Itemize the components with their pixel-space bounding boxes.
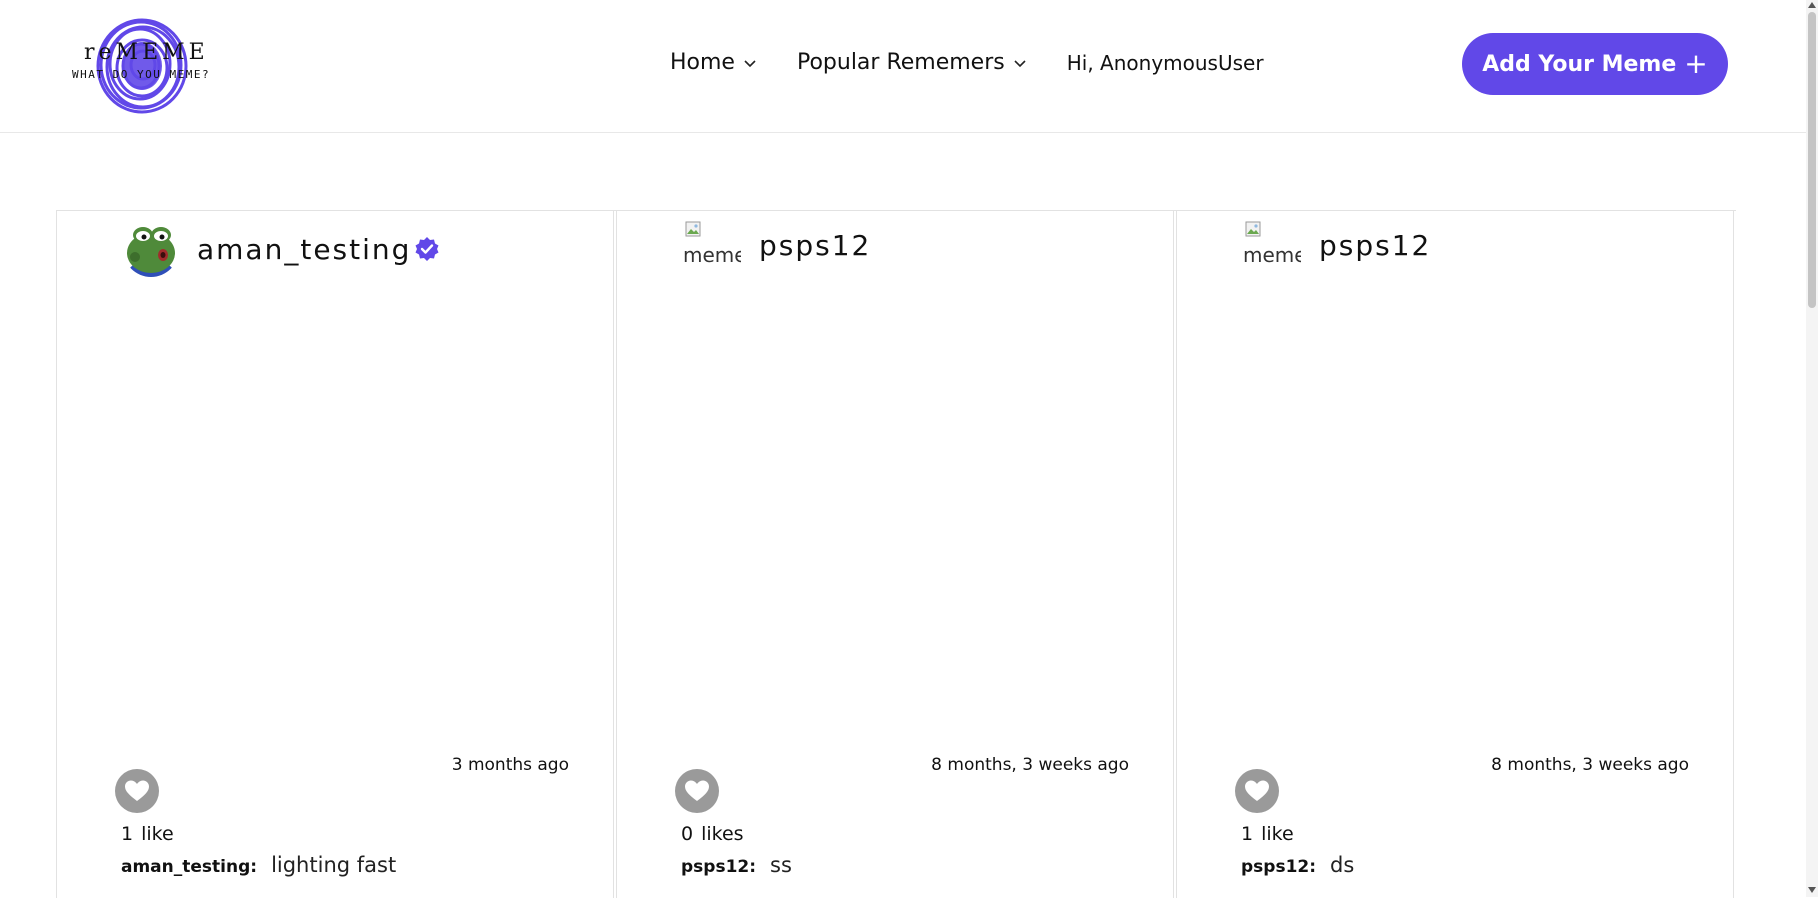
like-count-number: 1 (121, 823, 134, 845)
logo-scribble-icon (96, 18, 188, 114)
site-header: reMEME WHAT DO YOU MEME? Home Popular Re… (0, 0, 1806, 133)
like-count: 0 likes (681, 823, 744, 845)
heart-icon (1245, 780, 1269, 801)
chevron-down-icon (744, 59, 756, 67)
user-greeting[interactable]: Hi, AnonymousUser (1067, 51, 1264, 75)
meme-card: meme psps12 8 months, 3 weeks ago 0 likes… (616, 211, 1174, 898)
caption-text: ss (770, 853, 792, 877)
add-meme-label: Add Your Meme (1482, 51, 1677, 77)
like-count-number: 0 (681, 823, 694, 845)
post-username[interactable]: psps12 (759, 229, 871, 262)
post-caption: aman_testing: lighting fast (121, 853, 396, 877)
broken-image-icon (685, 221, 701, 237)
like-count: 1 like (121, 823, 174, 845)
logo[interactable]: reMEME WHAT DO YOU MEME? (70, 16, 230, 116)
like-button[interactable] (115, 769, 159, 813)
scroll-up-arrow-icon[interactable] (1808, 2, 1816, 8)
heart-icon (125, 780, 149, 801)
like-count-word: like (1261, 823, 1294, 845)
add-meme-button[interactable]: Add Your Meme + (1462, 33, 1728, 95)
caption-username[interactable]: psps12: (1241, 857, 1316, 877)
nav-home-dropdown[interactable]: Home (670, 50, 757, 75)
post-caption: psps12: ss (681, 853, 792, 877)
chevron-down-icon (1014, 59, 1026, 67)
caption-text: ds (1330, 853, 1355, 877)
avatar-alt-text: meme (683, 243, 741, 267)
meme-card: aman_testing 3 months ago 1 like aman_tes… (56, 211, 614, 898)
scrollbar-thumb[interactable] (1808, 12, 1816, 308)
like-count: 1 like (1241, 823, 1294, 845)
page-scrollbar[interactable] (1806, 0, 1818, 897)
post-timestamp: 8 months, 3 weeks ago (1491, 755, 1689, 775)
like-count-word: likes (701, 823, 744, 845)
scroll-down-arrow-icon[interactable] (1808, 887, 1816, 893)
avatar[interactable] (123, 221, 179, 277)
frog-avatar-icon (123, 221, 179, 277)
verified-badge-icon (415, 237, 439, 261)
post-username[interactable]: psps12 (1319, 229, 1431, 262)
post-timestamp: 8 months, 3 weeks ago (931, 755, 1129, 775)
caption-username[interactable]: psps12: (681, 857, 756, 877)
card-header: meme psps12 (683, 221, 871, 269)
caption-text: lighting fast (271, 853, 397, 877)
post-timestamp: 3 months ago (451, 755, 569, 775)
plus-icon: + (1684, 47, 1708, 80)
card-header: aman_testing (123, 221, 441, 277)
broken-image-icon (1245, 221, 1261, 237)
caption-username[interactable]: aman_testing: (121, 857, 257, 877)
post-caption: psps12: ds (1241, 853, 1354, 877)
card-header: meme psps12 (1243, 221, 1431, 269)
avatar[interactable]: meme (683, 221, 741, 269)
like-count-number: 1 (1241, 823, 1254, 845)
meme-card: meme psps12 8 months, 3 weeks ago 1 like … (1176, 211, 1734, 898)
post-username[interactable]: aman_testing (197, 233, 411, 266)
nav-popular-dropdown[interactable]: Popular Rememers (797, 50, 1027, 75)
heart-icon (685, 780, 709, 801)
meme-feed: aman_testing 3 months ago 1 like aman_tes… (56, 210, 1736, 898)
nav-home-label: Home (670, 50, 735, 75)
logo-title: reMEME (84, 40, 209, 65)
avatar-alt-text: meme (1243, 243, 1301, 267)
logo-tagline: WHAT DO YOU MEME? (72, 68, 211, 81)
nav-popular-label: Popular Rememers (796, 50, 1005, 75)
like-count-word: like (141, 823, 174, 845)
avatar[interactable]: meme (1243, 221, 1301, 269)
like-button[interactable] (1235, 769, 1279, 813)
like-button[interactable] (675, 769, 719, 813)
main-nav: Home Popular Rememers Hi, AnonymousUser (670, 50, 1264, 75)
